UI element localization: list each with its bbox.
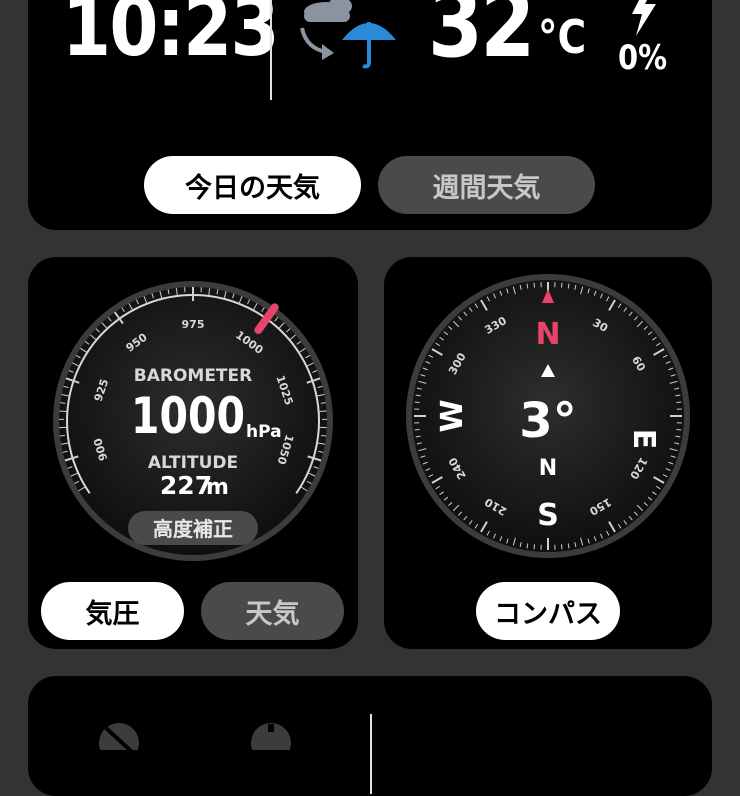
lightning-icon — [628, 0, 658, 36]
temperature-unit: °C — [538, 10, 586, 64]
compass-tick — [415, 429, 420, 430]
precipitation-value: 0% — [618, 38, 667, 78]
tab-weather[interactable]: 天気 — [201, 582, 344, 640]
pressure-unit: hPa — [246, 422, 282, 442]
compass-tick — [561, 283, 562, 288]
cardinal-north: N — [535, 317, 560, 352]
compass-tick — [534, 283, 535, 288]
altitude-value: 227 — [160, 471, 212, 500]
tab-weekly-weather[interactable]: 週間天気 — [378, 156, 595, 214]
calibrate-button[interactable]: 高度補正 — [128, 511, 258, 545]
cardinal-south: S — [537, 498, 559, 533]
barometer-title: BAROMETER — [134, 366, 253, 386]
bottom-card — [28, 676, 712, 796]
compass-tick — [534, 544, 535, 549]
cloud-icon — [304, 0, 352, 22]
barometer-card: 900925950975100010251050 BAROMETER 1000 … — [28, 257, 358, 649]
cardinal-west: W — [435, 399, 470, 432]
gauge-scale-label: 975 — [182, 318, 205, 331]
compass-tick — [561, 544, 562, 549]
heading-degrees: 3° — [519, 393, 576, 449]
divider — [270, 0, 272, 100]
altitude-title: ALTITUDE — [148, 453, 238, 473]
button-label: コンパス — [494, 592, 602, 631]
tab-pressure[interactable]: 気圧 — [41, 582, 184, 640]
tab-label: 週間天気 — [433, 166, 541, 205]
gauge-tick — [60, 403, 65, 404]
gauge-tick — [59, 411, 68, 412]
heading-direction: N — [539, 456, 557, 481]
compass-tick — [676, 429, 681, 430]
gauge-tick — [321, 435, 326, 436]
gauge-tick — [321, 403, 326, 404]
tab-today-weather[interactable]: 今日の天気 — [144, 156, 361, 214]
weather-icon-group — [296, 0, 406, 70]
umbrella-icon — [342, 22, 396, 67]
gauge-tick — [318, 411, 327, 412]
weather-card: 10:23 32 °C 0% 今日の天気 週間天気 — [28, 0, 712, 230]
tab-label: 気圧 — [86, 592, 140, 631]
calibrate-label: 高度補正 — [153, 517, 233, 541]
pressure-value: 1000 — [131, 387, 245, 445]
divider — [370, 714, 372, 794]
compass-tick — [415, 402, 420, 403]
compass-button[interactable]: コンパス — [476, 582, 620, 640]
compass-tick — [676, 402, 681, 403]
arrow-icon — [302, 28, 334, 60]
timer-icon — [248, 720, 294, 750]
tab-label: 天気 — [246, 592, 300, 631]
gauge-tick — [60, 435, 65, 436]
altitude-unit: m — [206, 475, 229, 500]
compass-card: 3060120150210240300330 N E S W 3° N コンパス — [384, 257, 712, 649]
temperature-value: 32 — [428, 0, 533, 79]
no-signal-icon — [96, 720, 142, 750]
tab-label: 今日の天気 — [185, 166, 320, 205]
clock-time: 10:23 — [62, 0, 278, 75]
cardinal-east: E — [626, 429, 661, 450]
